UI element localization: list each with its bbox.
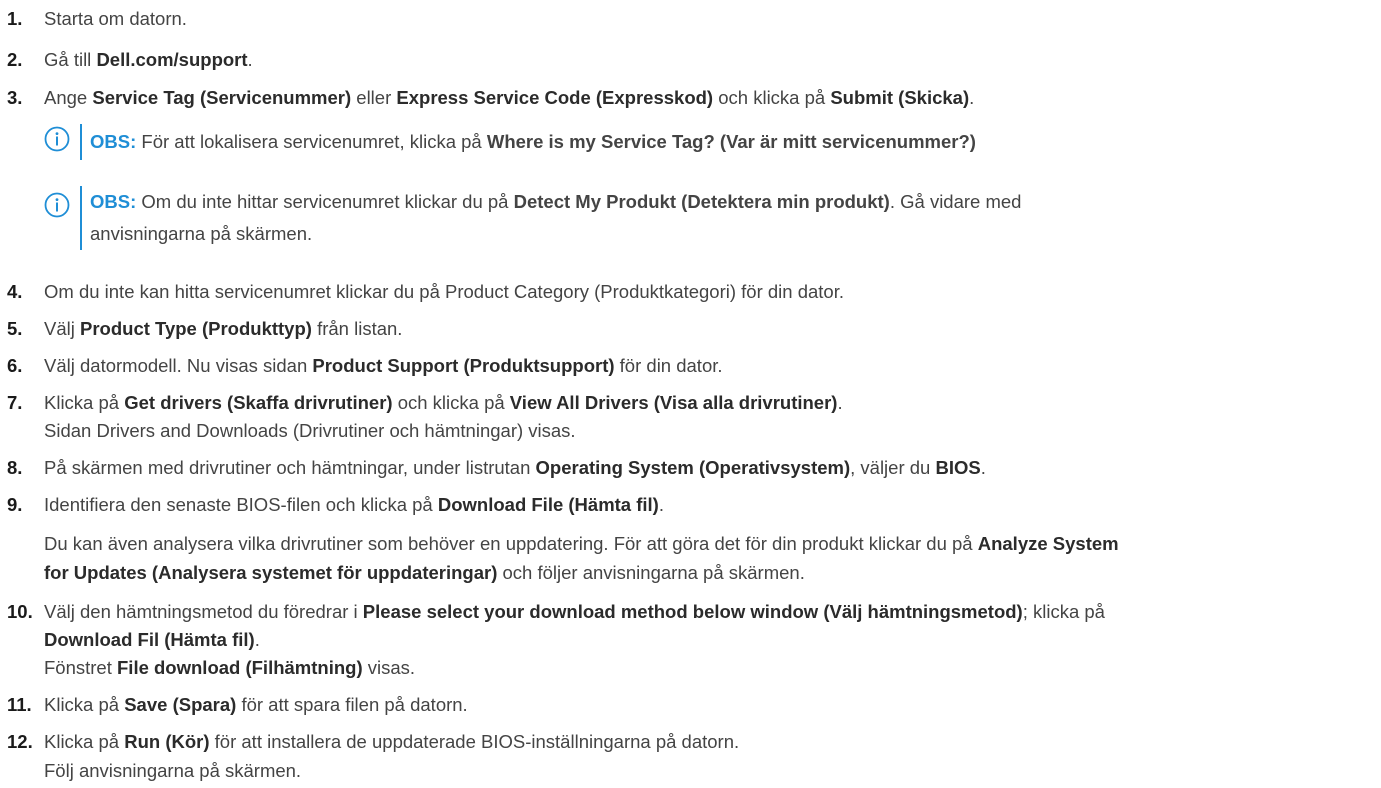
bold-term: Product Support (Produktsupport) <box>312 355 615 376</box>
text-run: för din dator. <box>614 355 723 376</box>
step-text: På skärmen med drivrutiner och hämtninga… <box>44 457 986 479</box>
step-text: Starta om datorn. <box>44 8 187 30</box>
text-run: För att lokalisera servicenumret, klicka… <box>136 131 487 152</box>
text-run: Om du inte hittar servicenumret klickar … <box>136 191 514 212</box>
step-text-continuation: Sidan Drivers and Downloads (Drivrutiner… <box>44 420 576 442</box>
bold-term: Analyze System <box>977 533 1119 554</box>
text-run: Identifiera den senaste BIOS-filen och k… <box>44 494 438 515</box>
step-number: 7. <box>7 392 23 413</box>
step-text: Gå till Dell.com/support. <box>44 49 253 71</box>
bold-term: Run (Kör) <box>124 731 210 752</box>
bold-term: File download (Filhämtning) <box>117 657 363 678</box>
text-run: eller <box>351 87 397 108</box>
text-run: ; klicka på <box>1022 601 1105 622</box>
text-run: . <box>254 629 260 650</box>
text-run: Ange <box>44 87 93 108</box>
bold-term: Product Type (Produkttyp) <box>80 318 312 339</box>
text-run: . Gå vidare med <box>889 191 1022 212</box>
text-run: Gå till <box>44 49 97 70</box>
text-run: Fönstret <box>44 657 117 678</box>
text-run: för att installera de uppdaterade BIOS-i… <box>209 731 740 752</box>
step-number: 5. <box>7 318 23 339</box>
step-paragraph-line2: for Updates (Analysera systemet för uppd… <box>44 562 805 584</box>
text-run: och följer anvisningarna på skärmen. <box>497 562 805 583</box>
step-number: 12. <box>7 731 33 752</box>
step-text: Ange Service Tag (Servicenummer) eller E… <box>44 87 974 109</box>
bold-term: Dell.com/support <box>96 49 248 70</box>
text-run: . <box>247 49 253 70</box>
note-text: OBS: För att lokalisera servicenumret, k… <box>90 131 976 153</box>
text-run: Klicka på <box>44 392 125 413</box>
note-label: OBS: <box>90 191 137 212</box>
text-run: . <box>980 457 986 478</box>
text-run: Välj datormodell. Nu visas sidan <box>44 355 313 376</box>
text-run: Du kan även analysera vilka drivrutiner … <box>44 533 978 554</box>
note-2: OBS: Om du inte hittar servicenumret kli… <box>44 186 1364 250</box>
text-run: Välj den hämtningsmetod du föredrar i <box>44 601 363 622</box>
info-circle-icon <box>44 126 70 152</box>
step-text-continuation: Download Fil (Hämta fil). <box>44 629 260 651</box>
text-run: och klicka på <box>392 392 510 413</box>
step-text: Välj datormodell. Nu visas sidan Product… <box>44 355 723 377</box>
bold-term: Save (Spara) <box>124 694 237 715</box>
bold-term: Express Service Code (Expresskod) <box>396 87 714 108</box>
step-text-continuation: Fönstret File download (Filhämtning) vis… <box>44 657 415 679</box>
step-number: 1. <box>7 8 23 29</box>
text-run: Sidan Drivers and Downloads (Drivrutiner… <box>44 420 576 441</box>
bold-term: Download Fil (Hämta fil) <box>44 629 255 650</box>
bold-term: Submit (Skicka) <box>830 87 970 108</box>
step-number: 11. <box>7 694 32 715</box>
bold-term: View All Drivers (Visa alla drivrutiner) <box>509 392 838 413</box>
bold-term: Where is my Service Tag? (Var är mitt se… <box>486 131 976 152</box>
step-number: 8. <box>7 457 23 478</box>
text-run: Följ anvisningarna på skärmen. <box>44 760 302 781</box>
step-paragraph-line1: Du kan även analysera vilka drivrutiner … <box>44 533 1119 555</box>
bold-term: Get drivers (Skaffa drivrutiner) <box>124 392 393 413</box>
step-text: Klicka på Run (Kör) för att installera d… <box>44 731 739 753</box>
step-number: 6. <box>7 355 23 376</box>
text-run: Välj <box>44 318 80 339</box>
text-run: , väljer du <box>850 457 936 478</box>
step-number: 10. <box>7 601 33 622</box>
bold-term: Please select your download method below… <box>362 601 1023 622</box>
step-text: Välj Product Type (Produkttyp) från list… <box>44 318 402 340</box>
note-divider <box>80 186 82 250</box>
note-divider <box>80 124 82 160</box>
bold-term: for Updates (Analysera systemet för uppd… <box>44 562 498 583</box>
text-run: . <box>837 392 843 413</box>
bold-term: BIOS <box>935 457 981 478</box>
step-number: 4. <box>7 281 23 302</box>
note-text: OBS: Om du inte hittar servicenumret kli… <box>90 191 1021 213</box>
text-run: På skärmen med drivrutiner och hämtninga… <box>44 457 536 478</box>
step-text: Välj den hämtningsmetod du föredrar i Pl… <box>44 601 1105 623</box>
note-label: OBS: <box>90 131 137 152</box>
text-run: . <box>969 87 975 108</box>
step-number: 9. <box>7 494 23 515</box>
bold-term: Service Tag (Servicenummer) <box>92 87 352 108</box>
note-1: OBS: För att lokalisera servicenumret, k… <box>44 124 1364 160</box>
text-run: Klicka på <box>44 731 125 752</box>
step-text: Om du inte kan hitta servicenumret klick… <box>44 281 844 303</box>
text-run: och klicka på <box>713 87 831 108</box>
step-number: 2. <box>7 49 23 70</box>
text-run: Starta om datorn. <box>44 8 187 29</box>
text-run: . <box>658 494 664 515</box>
note-body: För att lokalisera servicenumret, klicka… <box>136 131 976 152</box>
text-run: Om du inte kan hitta servicenumret klick… <box>44 281 844 302</box>
text-run: visas. <box>362 657 416 678</box>
step-number: 3. <box>7 87 23 108</box>
text-run: från listan. <box>311 318 403 339</box>
step-text: Identifiera den senaste BIOS-filen och k… <box>44 494 664 516</box>
info-circle-icon <box>44 192 70 218</box>
text-run: för att spara filen på datorn. <box>236 694 468 715</box>
step-text: Klicka på Save (Spara) för att spara fil… <box>44 694 468 716</box>
text-run: Klicka på <box>44 694 125 715</box>
note-text-line2: anvisningarna på skärmen. <box>90 223 313 244</box>
bold-term: Operating System (Operativsystem) <box>535 457 851 478</box>
bold-term: Download File (Hämta fil) <box>437 494 659 515</box>
note-body: Om du inte hittar servicenumret klickar … <box>136 191 1021 212</box>
step-text: Klicka på Get drivers (Skaffa drivrutine… <box>44 392 843 414</box>
step-text-continuation: Följ anvisningarna på skärmen. <box>44 760 301 782</box>
bold-term: Detect My Produkt (Detektera min produkt… <box>513 191 890 212</box>
